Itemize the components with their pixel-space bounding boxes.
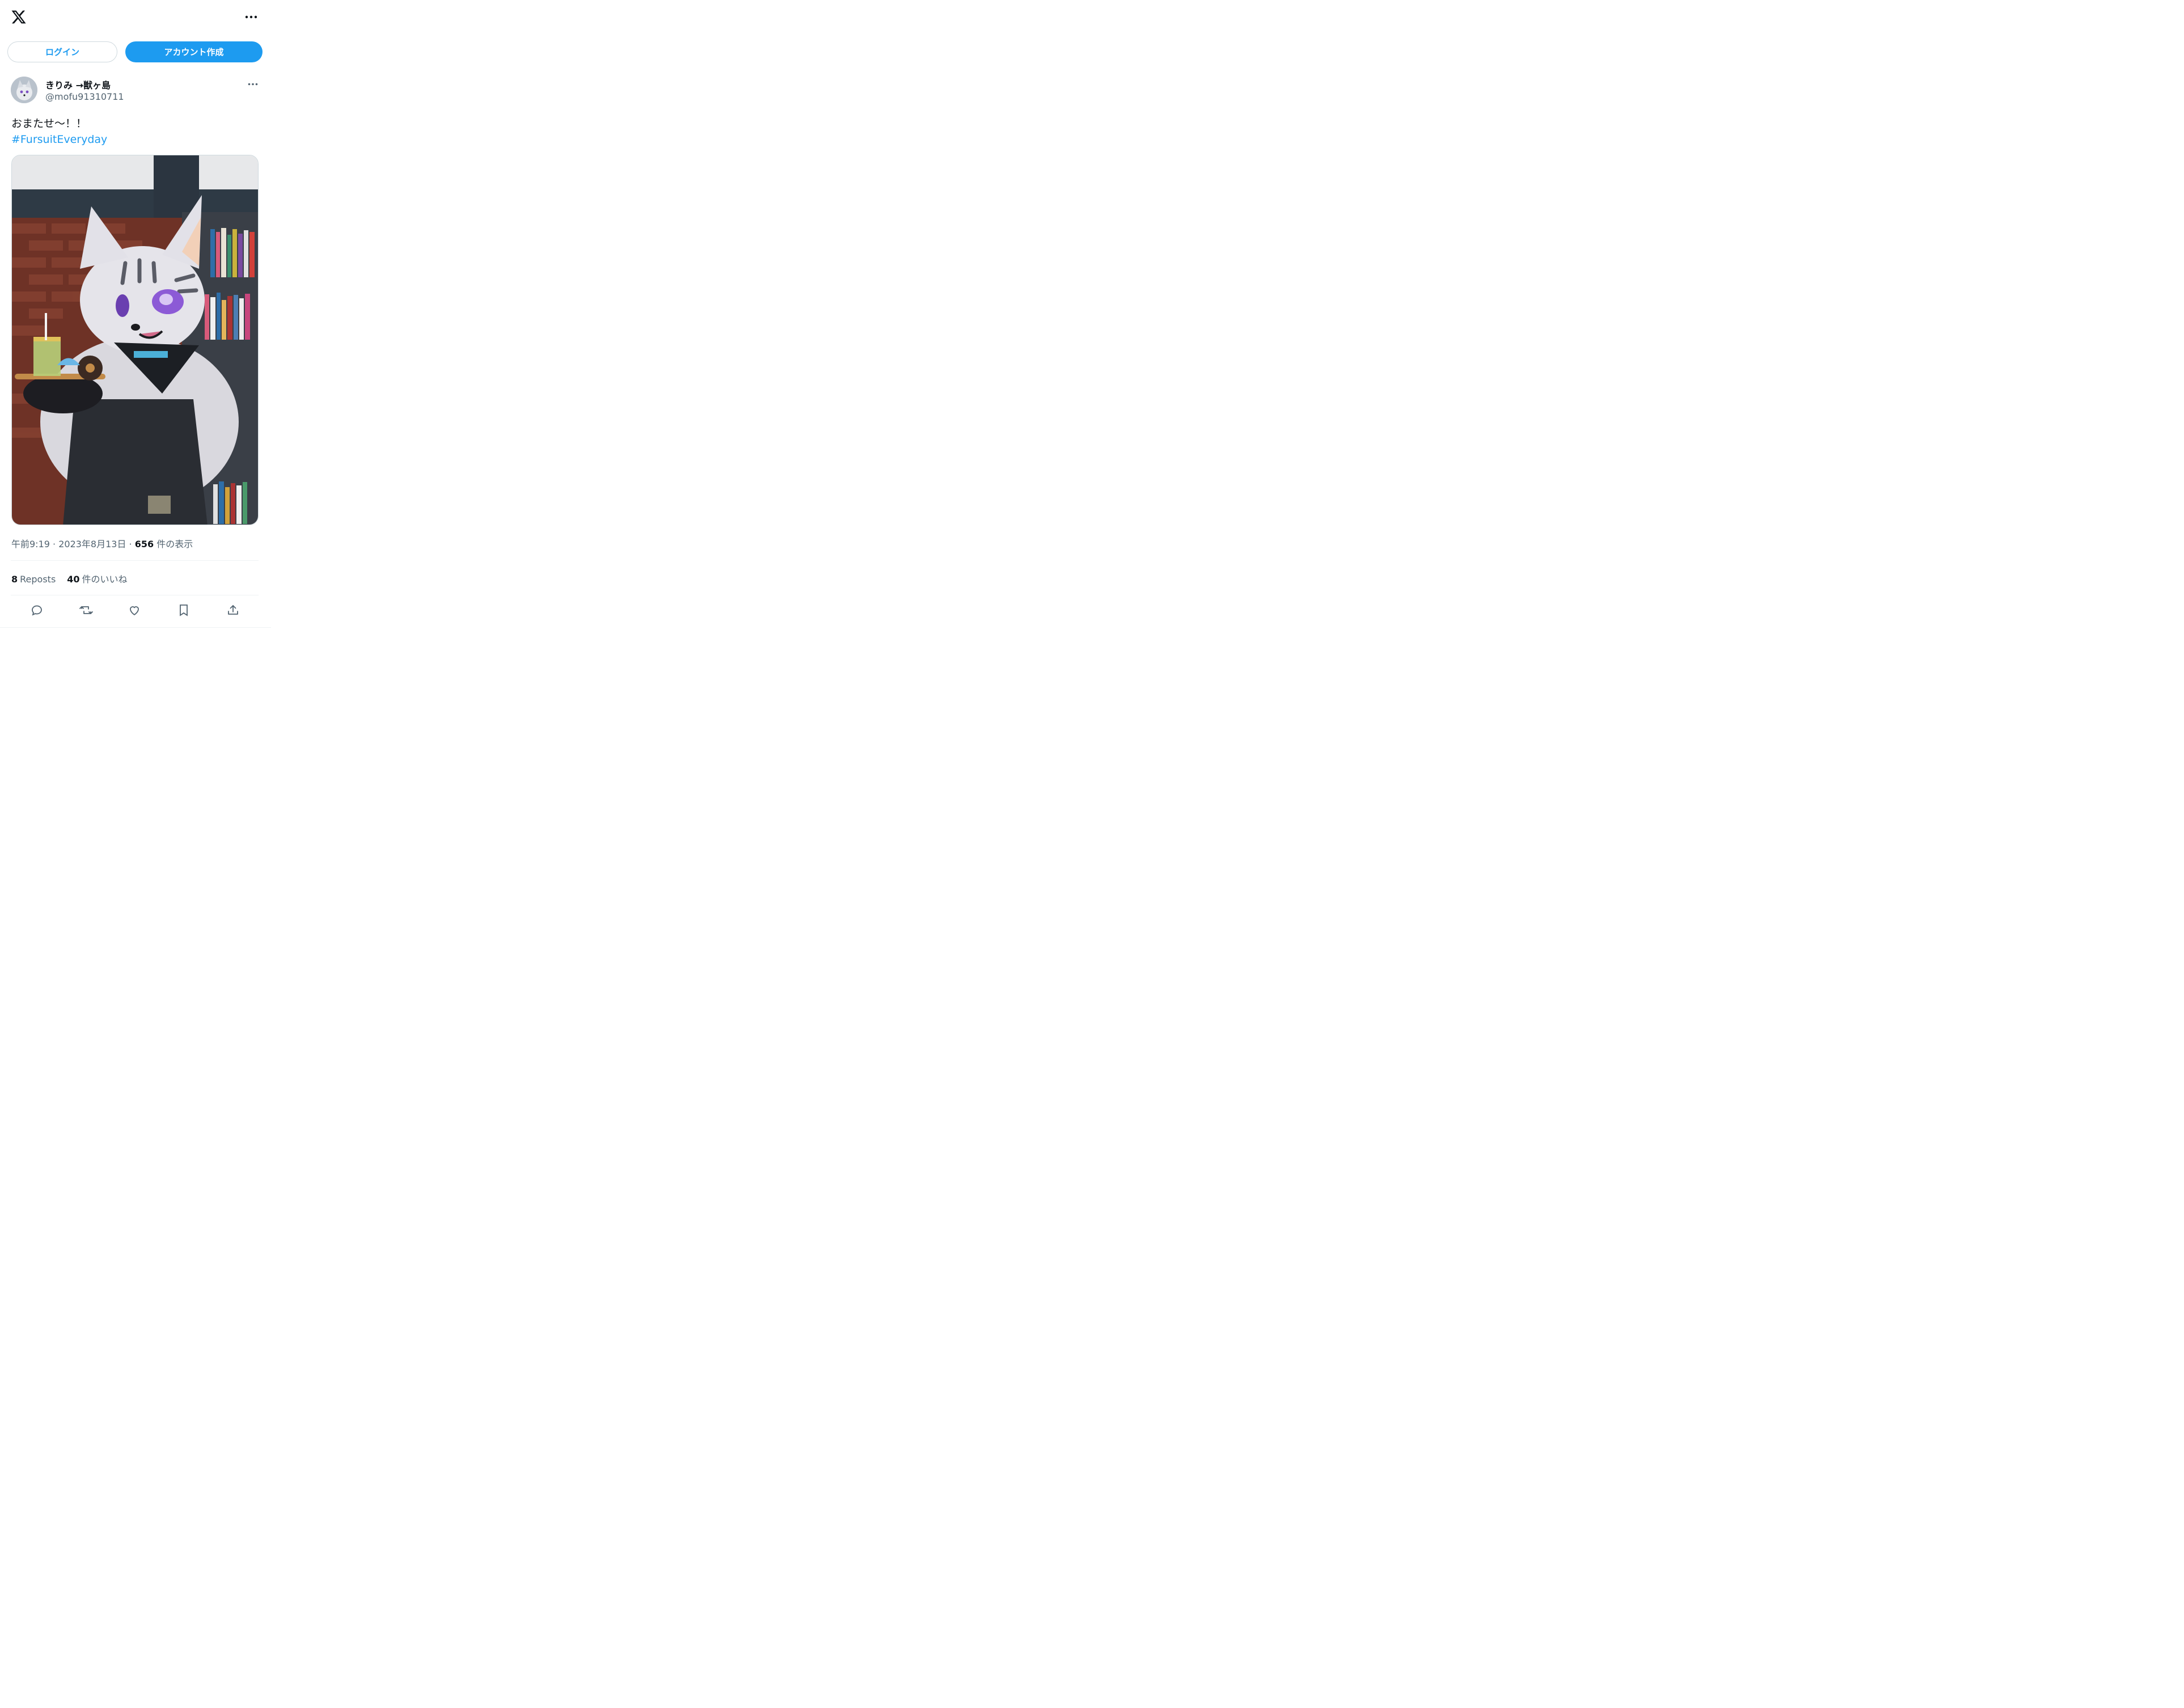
views-label: 件の表示 — [154, 539, 193, 549]
avatar[interactable] — [11, 77, 37, 103]
page: ログイン アカウント作成 きりみ →獣ヶ島 @mofu91310711 おまたせ… — [0, 0, 875, 684]
bookmark-icon[interactable] — [176, 602, 192, 618]
engagement-stats: 8 Reposts 40 件のいいね — [11, 572, 128, 585]
tweet-meta: 午前9:19 · 2023年8月13日 · 656 件の表示 — [11, 536, 193, 550]
more-horizontal-icon[interactable] — [243, 11, 259, 23]
tweet-time[interactable]: 午前9:19 — [11, 539, 50, 549]
share-icon[interactable] — [225, 602, 241, 618]
likes-label: 件のいいね — [82, 574, 128, 585]
likes-count: 40 — [67, 574, 80, 585]
tweet-text: おまたせ〜！！ #FursuitEveryday — [11, 116, 107, 147]
login-button[interactable]: ログイン — [7, 41, 117, 62]
reposts-stat[interactable]: 8 Reposts — [11, 574, 56, 585]
x-logo-icon[interactable] — [11, 9, 27, 25]
user-handle[interactable]: @mofu91310711 — [45, 91, 124, 102]
tweet-column: ログイン アカウント作成 きりみ →獣ヶ島 @mofu91310711 おまたせ… — [0, 0, 271, 628]
reposts-label: Reposts — [20, 574, 56, 585]
display-name[interactable]: きりみ →獣ヶ島 — [45, 78, 111, 91]
tweet-text-line: おまたせ〜！！ — [11, 117, 87, 130]
hashtag-link[interactable]: #FursuitEveryday — [11, 132, 107, 147]
create-account-button[interactable]: アカウント作成 — [125, 41, 263, 62]
meta-separator: · — [126, 539, 135, 549]
views-count: 656 — [134, 539, 154, 549]
meta-separator: · — [49, 539, 59, 549]
repost-icon[interactable] — [78, 602, 94, 618]
tweet-photo[interactable] — [11, 155, 259, 525]
like-icon[interactable] — [126, 602, 142, 618]
tweet-date[interactable]: 2023年8月13日 — [58, 539, 126, 549]
divider — [11, 560, 259, 561]
likes-stat[interactable]: 40 件のいいね — [67, 574, 127, 585]
tweet-more-icon[interactable] — [246, 78, 260, 90]
reply-icon[interactable] — [29, 602, 45, 618]
reposts-count: 8 — [11, 574, 18, 585]
